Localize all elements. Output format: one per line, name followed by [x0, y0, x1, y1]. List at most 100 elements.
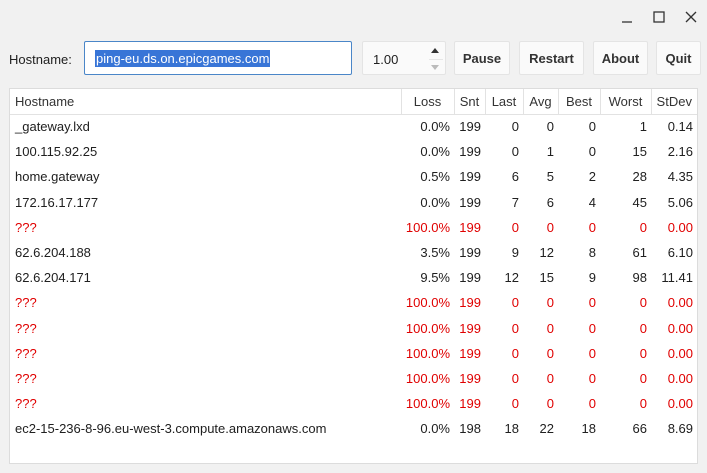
table-row[interactable]: ??? 100.0% 199 0 0 0 0 0.00	[10, 215, 697, 240]
cell-hostname: 62.6.204.188	[15, 245, 91, 261]
cell-best: 4	[588, 194, 596, 210]
table-row[interactable]: home.gateway 0.5% 199 6 5 2 28 4.35	[10, 164, 697, 189]
cell-worst: 0	[639, 320, 647, 336]
cell-avg: 15	[539, 270, 554, 286]
spin-up-icon[interactable]	[431, 48, 439, 53]
cell-last: 0	[511, 295, 519, 311]
cell-worst: 15	[632, 144, 647, 160]
cell-avg: 0	[546, 219, 554, 235]
cell-stdev: 6.10	[667, 245, 693, 261]
cell-loss: 0.0%	[420, 194, 450, 210]
cell-best: 0	[588, 295, 596, 311]
column-header-snt[interactable]: Snt	[454, 89, 486, 115]
cell-snt: 199	[459, 119, 481, 135]
table-row[interactable]: ??? 100.0% 199 0 0 0 0 0.00	[10, 316, 697, 341]
hostname-input[interactable]: ping-eu.ds.on.epicgames.com	[84, 41, 352, 75]
cell-loss: 100.0%	[405, 295, 450, 311]
column-header-stdev[interactable]: StDev	[651, 89, 697, 115]
cell-snt: 199	[459, 194, 481, 210]
column-header-avg[interactable]: Avg	[523, 89, 559, 115]
cell-loss: 0.0%	[420, 421, 450, 437]
cell-best: 0	[588, 119, 596, 135]
interval-spinbox[interactable]: 1.00	[362, 41, 446, 75]
cell-worst: 61	[632, 245, 647, 261]
cell-worst: 0	[639, 219, 647, 235]
cell-worst: 45	[632, 194, 647, 210]
toolbar: Hostname: ping-eu.ds.on.epicgames.com 1.…	[0, 40, 707, 80]
cell-hostname: ???	[15, 320, 37, 336]
table-row[interactable]: 100.115.92.25 0.0% 199 0 1 0 15 2.16	[10, 139, 697, 164]
cell-last: 0	[511, 144, 519, 160]
cell-worst: 98	[632, 270, 647, 286]
cell-snt: 199	[459, 320, 481, 336]
cell-stdev: 0.14	[667, 119, 693, 135]
maximize-icon[interactable]	[647, 6, 671, 28]
cell-stdev: 0.00	[667, 295, 693, 311]
table-row[interactable]: 62.6.204.188 3.5% 199 9 12 8 61 6.10	[10, 240, 697, 265]
minimize-icon[interactable]	[615, 6, 639, 28]
table-header-row: Hostname Loss Snt Last Avg Best Worst St…	[10, 89, 697, 115]
cell-stdev: 0.00	[667, 396, 693, 412]
cell-hostname: 62.6.204.171	[15, 270, 91, 286]
cell-snt: 199	[459, 396, 481, 412]
cell-avg: 6	[546, 194, 554, 210]
cell-worst: 0	[639, 295, 647, 311]
cell-hostname: home.gateway	[15, 169, 100, 185]
cell-worst: 0	[639, 370, 647, 386]
cell-hostname: 100.115.92.25	[15, 144, 98, 160]
close-icon[interactable]	[679, 6, 703, 28]
cell-best: 0	[588, 219, 596, 235]
cell-avg: 0	[546, 345, 554, 361]
cell-avg: 0	[546, 119, 554, 135]
cell-snt: 199	[459, 169, 481, 185]
table-row[interactable]: ec2-15-236-8-96.eu-west-3.compute.amazon…	[10, 416, 697, 441]
restart-button[interactable]: Restart	[519, 41, 584, 75]
cell-snt: 198	[459, 421, 481, 437]
cell-hostname: _gateway.lxd	[15, 119, 90, 135]
cell-snt: 199	[459, 295, 481, 311]
quit-button[interactable]: Quit	[656, 41, 701, 75]
spin-down-icon[interactable]	[431, 65, 439, 70]
table-body: _gateway.lxd 0.0% 199 0 0 0 1 0.14 100.115.92.25…	[10, 114, 697, 441]
results-table[interactable]: Hostname Loss Snt Last Avg Best Worst St…	[9, 88, 698, 464]
cell-best: 0	[588, 320, 596, 336]
column-header-worst[interactable]: Worst	[600, 89, 652, 115]
cell-hostname: ec2-15-236-8-96.eu-west-3.compute.amazon…	[15, 421, 327, 437]
column-header-hostname[interactable]: Hostname	[10, 89, 402, 115]
column-header-best[interactable]: Best	[558, 89, 601, 115]
cell-hostname: ???	[15, 219, 37, 235]
pause-button[interactable]: Pause	[454, 41, 510, 75]
column-header-loss[interactable]: Loss	[401, 89, 455, 115]
cell-best: 9	[588, 270, 596, 286]
cell-last: 12	[504, 270, 519, 286]
cell-stdev: 0.00	[667, 345, 693, 361]
table-row[interactable]: ??? 100.0% 199 0 0 0 0 0.00	[10, 290, 697, 315]
table-row[interactable]: 172.16.17.177 0.0% 199 7 6 4 45 5.06	[10, 190, 697, 215]
cell-hostname: ???	[15, 370, 37, 386]
cell-last: 6	[511, 169, 519, 185]
cell-hostname: ???	[15, 295, 37, 311]
cell-loss: 9.5%	[420, 270, 450, 286]
spin-divider	[429, 59, 443, 60]
cell-loss: 100.0%	[405, 370, 450, 386]
cell-loss: 0.0%	[420, 144, 450, 160]
table-row[interactable]: ??? 100.0% 199 0 0 0 0 0.00	[10, 366, 697, 391]
table-row[interactable]: 62.6.204.171 9.5% 199 12 15 9 98 11.41	[10, 265, 697, 290]
cell-last: 0	[511, 119, 519, 135]
about-button[interactable]: About	[593, 41, 648, 75]
cell-last: 18	[504, 421, 519, 437]
column-header-last[interactable]: Last	[485, 89, 524, 115]
cell-avg: 12	[539, 245, 554, 261]
cell-best: 0	[588, 396, 596, 412]
cell-loss: 0.0%	[420, 119, 450, 135]
cell-snt: 199	[459, 370, 481, 386]
cell-snt: 199	[459, 219, 481, 235]
cell-loss: 0.5%	[420, 169, 450, 185]
table-row[interactable]: ??? 100.0% 199 0 0 0 0 0.00	[10, 341, 697, 366]
table-row[interactable]: ??? 100.0% 199 0 0 0 0 0.00	[10, 391, 697, 416]
cell-best: 8	[588, 245, 596, 261]
cell-stdev: 5.06	[667, 194, 693, 210]
cell-stdev: 2.16	[667, 144, 693, 160]
table-row[interactable]: _gateway.lxd 0.0% 199 0 0 0 1 0.14	[10, 114, 697, 139]
cell-snt: 199	[459, 345, 481, 361]
